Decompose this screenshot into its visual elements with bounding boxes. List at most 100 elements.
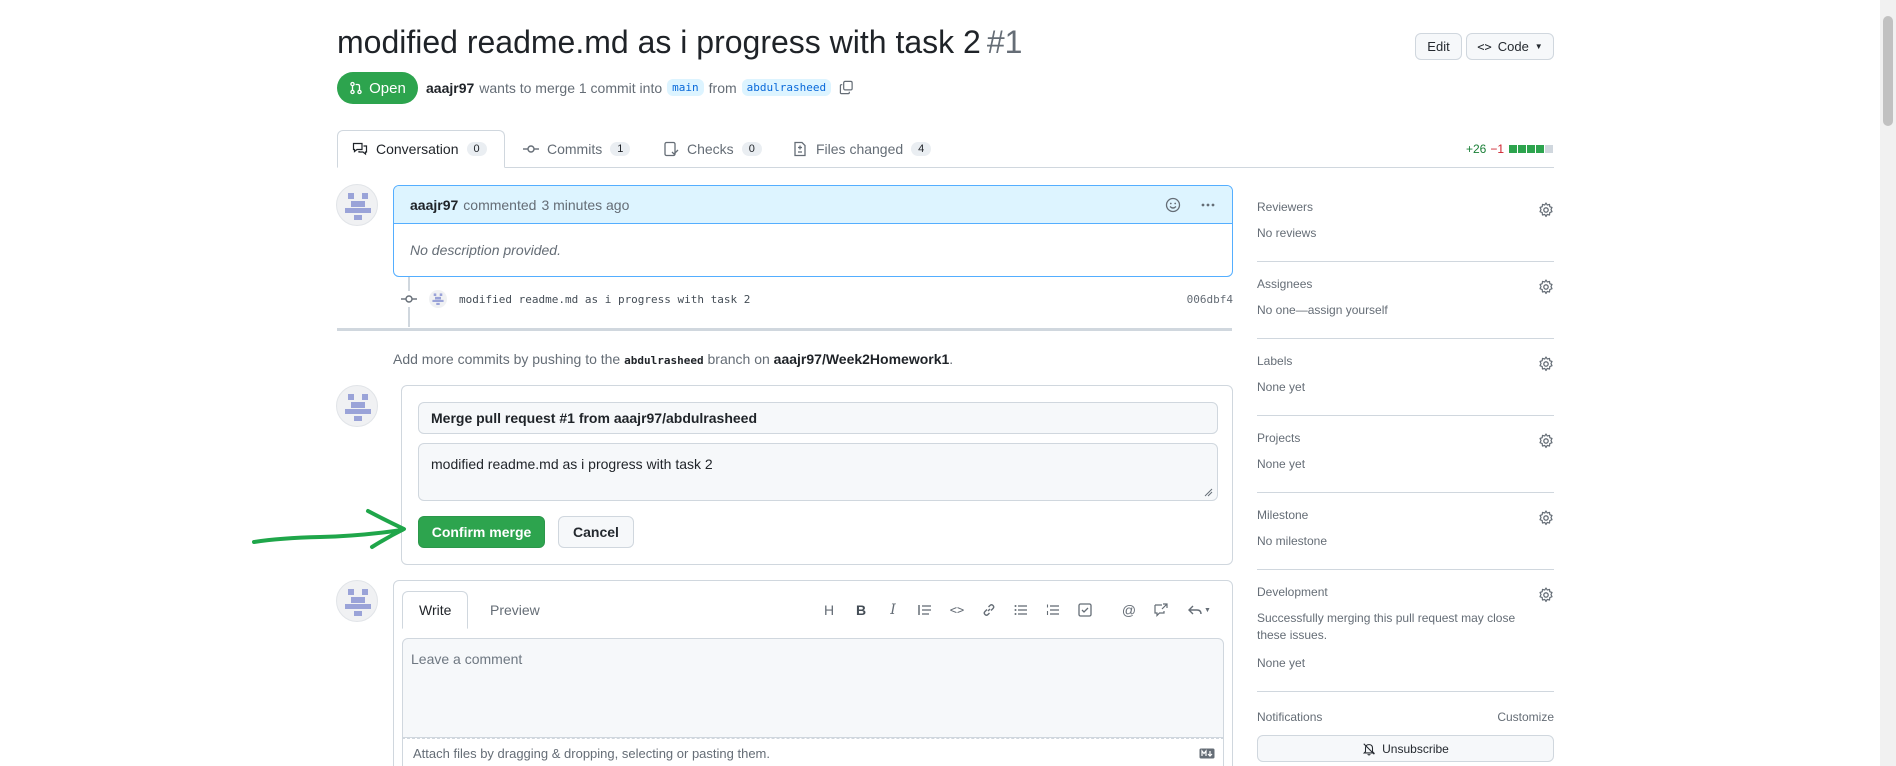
avatar[interactable] <box>336 580 378 622</box>
sidebar-milestone-title[interactable]: Milestone <box>1257 508 1554 522</box>
sidebar-assignees-value[interactable]: No one—assign yourself <box>1257 303 1554 317</box>
ordered-list-icon[interactable] <box>1042 599 1064 621</box>
merge-title-input[interactable]: Merge pull request #1 from aaajr97/abdul… <box>418 402 1218 434</box>
copy-icon[interactable] <box>839 80 854 95</box>
comment-discussion-icon <box>352 141 368 157</box>
sidebar-labels-title[interactable]: Labels <box>1257 354 1554 368</box>
pr-merge-text: wants to merge 1 commit into <box>479 79 663 96</box>
customize-link[interactable]: Customize <box>1497 710 1554 724</box>
tab-preview[interactable]: Preview <box>474 591 556 629</box>
edit-button[interactable]: Edit <box>1415 33 1462 60</box>
sidebar-projects-value: None yet <box>1257 457 1306 471</box>
vertical-scrollbar[interactable] <box>1880 0 1896 766</box>
tab-commits-label: Commits <box>547 141 603 157</box>
tab-conversation[interactable]: Conversation 0 <box>337 130 505 168</box>
scrollbar-thumb[interactable] <box>1883 16 1893 126</box>
push-hint-suffix: . <box>949 351 954 367</box>
avatar[interactable] <box>336 385 378 427</box>
tab-files-changed[interactable]: Files changed 4 <box>778 130 945 168</box>
smiley-icon[interactable] <box>1165 197 1181 213</box>
resize-handle-icon[interactable] <box>1203 487 1213 497</box>
comment-time[interactable]: 3 minutes ago <box>541 197 629 213</box>
sidebar-notifications: Notifications Customize Unsubscribe <box>1257 710 1554 762</box>
pr-title: modified readme.md as i progress with ta… <box>337 24 981 60</box>
sidebar-notifications-title: Notifications <box>1257 710 1323 724</box>
commit-avatar[interactable] <box>429 290 447 308</box>
sidebar-labels-value: None yet <box>1257 380 1306 394</box>
tab-conversation-count: 0 <box>466 142 487 156</box>
gear-icon[interactable] <box>1538 202 1554 218</box>
sidebar-assignees-title[interactable]: Assignees <box>1257 277 1554 291</box>
pr-from-text: from <box>708 79 737 96</box>
tab-files-changed-count: 4 <box>911 142 932 156</box>
code-icon[interactable]: <> <box>946 599 968 621</box>
tab-files-changed-label: Files changed <box>816 141 904 157</box>
push-hint-repo-link[interactable]: aaajr97/Week2Homework1 <box>774 351 950 367</box>
gear-icon[interactable] <box>1538 279 1554 295</box>
cross-reference-icon[interactable] <box>1150 599 1172 621</box>
bold-icon[interactable]: B <box>850 599 872 621</box>
tab-conversation-label: Conversation <box>376 141 459 157</box>
markdown-icon[interactable] <box>1199 748 1215 759</box>
comment-action: commented <box>463 196 537 213</box>
merge-body-value: modified readme.md as i progress with ta… <box>431 456 713 472</box>
sidebar-development-value: None yet <box>1257 656 1306 670</box>
comment-box: aaajr97 commented 3 minutes ago No descr… <box>393 185 1233 277</box>
tab-checks-label: Checks <box>687 141 734 157</box>
italic-icon[interactable]: I <box>882 599 904 621</box>
sidebar-reviewers-value: No reviews <box>1257 226 1317 240</box>
code-button-label: Code <box>1497 39 1529 54</box>
merge-box: Merge pull request #1 from aaajr97/abdul… <box>401 385 1233 565</box>
diffstat: +26 −1 <box>1466 142 1554 156</box>
confirm-merge-button[interactable]: Confirm merge <box>418 516 545 548</box>
push-hint-branch: abdulrasheed <box>624 354 704 367</box>
unsubscribe-button[interactable]: Unsubscribe <box>1257 735 1554 762</box>
mention-icon[interactable]: @ <box>1118 599 1140 621</box>
head-branch-label[interactable]: abdulrasheed <box>741 79 832 96</box>
pr-meta: aaajr97 wants to merge 1 commit into mai… <box>426 79 854 96</box>
timeline-separator <box>337 328 1232 331</box>
quote-icon[interactable] <box>914 599 936 621</box>
link-icon[interactable] <box>978 599 1000 621</box>
diffstat-deletions: −1 <box>1490 142 1505 156</box>
sidebar-reviewers-title[interactable]: Reviewers <box>1257 200 1554 214</box>
tab-commits[interactable]: Commits 1 <box>509 130 644 168</box>
code-icon: <> <box>1477 39 1492 54</box>
pr-number: #1 <box>986 24 1023 60</box>
git-commit-icon <box>523 141 539 157</box>
tab-write[interactable]: Write <box>402 591 469 629</box>
sidebar-development-desc: Successfully merging this pull request m… <box>1257 611 1516 642</box>
gear-icon[interactable] <box>1538 587 1554 603</box>
tab-checks[interactable]: Checks 0 <box>649 130 776 168</box>
sidebar-projects-title[interactable]: Projects <box>1257 431 1554 445</box>
reply-icon[interactable]: ▼ <box>1184 599 1214 621</box>
comment-body: No description provided. <box>410 242 561 258</box>
gear-icon[interactable] <box>1538 356 1554 372</box>
file-diff-icon <box>792 141 808 157</box>
gear-icon[interactable] <box>1538 510 1554 526</box>
tasklist-icon[interactable] <box>1074 599 1096 621</box>
attach-files-area[interactable]: Attach files by dragging & dropping, sel… <box>402 738 1224 766</box>
base-branch-label[interactable]: main <box>667 79 704 96</box>
pr-state-label: Open <box>369 79 406 97</box>
tab-checks-count: 0 <box>741 142 762 156</box>
kebab-horizontal-icon[interactable] <box>1200 197 1216 213</box>
unordered-list-icon[interactable] <box>1010 599 1032 621</box>
comment-editor: Write Preview H B I <> @ ▼ Leave a comme… <box>393 580 1233 766</box>
commit-sha-link[interactable]: 006dbf4 <box>1187 293 1233 306</box>
gear-icon[interactable] <box>1538 433 1554 449</box>
pr-author-link[interactable]: aaajr97 <box>426 80 474 96</box>
tab-commits-count: 1 <box>610 142 631 156</box>
bell-slash-icon <box>1362 742 1376 756</box>
avatar[interactable] <box>336 184 378 226</box>
heading-icon[interactable]: H <box>818 599 840 621</box>
commit-message-link[interactable]: modified readme.md as i progress with ta… <box>459 293 750 306</box>
cancel-button[interactable]: Cancel <box>558 516 634 548</box>
page-title: modified readme.md as i progress with ta… <box>337 24 1022 61</box>
annotation-arrow-icon <box>252 509 406 549</box>
comment-textarea[interactable]: Leave a comment <box>402 638 1224 738</box>
sidebar-development-title[interactable]: Development <box>1257 585 1554 599</box>
comment-author[interactable]: aaajr97 <box>410 197 458 213</box>
code-button[interactable]: <> Code ▼ <box>1466 33 1554 60</box>
merge-body-textarea[interactable]: modified readme.md as i progress with ta… <box>418 443 1218 501</box>
